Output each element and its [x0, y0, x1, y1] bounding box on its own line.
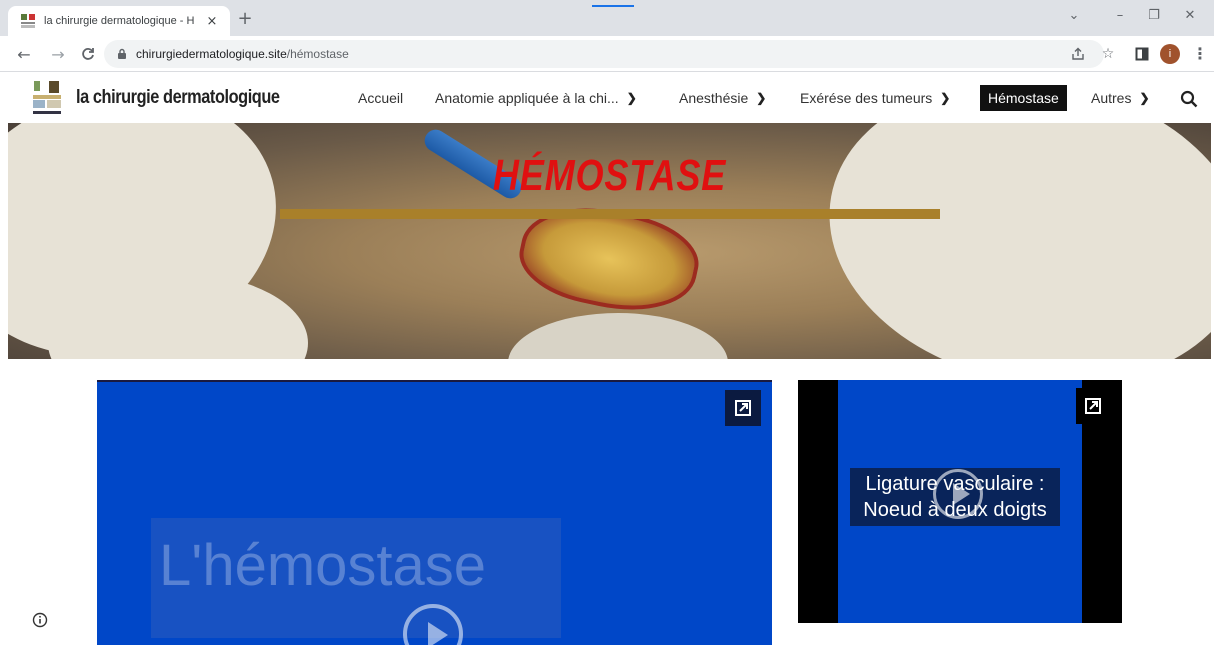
hero-glove-bottom [508, 313, 728, 359]
video-caption: L'hémostase [159, 533, 487, 598]
browser-tab-strip: la chirurgie dermatologique - H × + ⌄ – … [0, 0, 1214, 36]
chevron-down-icon[interactable]: ❯ [1139, 91, 1149, 105]
nav-autres[interactable]: Autres ❯ [1091, 85, 1150, 111]
info-icon[interactable] [32, 612, 48, 628]
tab-search-indicator [592, 5, 634, 7]
side-panel-icon[interactable] [1134, 46, 1150, 62]
site-favicon-icon [21, 14, 35, 28]
chevron-down-icon[interactable]: ❯ [627, 91, 637, 105]
lock-icon [118, 48, 126, 59]
nav-label: Anatomie appliquée à la chi... [435, 90, 619, 106]
nav-label: Anesthésie [679, 90, 749, 106]
star-icon[interactable]: ☆ [1100, 46, 1116, 62]
hero-banner: HÉMOSTASE [8, 123, 1211, 359]
profile-avatar[interactable]: i [1160, 44, 1180, 64]
new-tab-button[interactable]: + [234, 8, 256, 30]
nav-accueil[interactable]: Accueil [358, 85, 403, 111]
browser-toolbar: ← → chirurgiedermatologique.site/hémosta… [0, 36, 1214, 72]
nav-label: Autres [1091, 90, 1132, 106]
tab-title: la chirurgie dermatologique - H [44, 15, 195, 27]
more-menu-icon[interactable]: ⋮ [1192, 44, 1208, 63]
nav-label: Exérése des tumeurs [800, 90, 933, 106]
share-icon[interactable] [1070, 46, 1086, 62]
address-bar[interactable]: chirurgiedermatologique.site/hémostase [104, 40, 1104, 68]
restore-button[interactable]: ❐ [1144, 8, 1164, 23]
arrow-right-icon[interactable]: → [48, 44, 68, 64]
nav-label: Accueil [358, 90, 404, 106]
nav-anesthesie[interactable]: Anesthésie ❯ [679, 85, 766, 111]
close-icon[interactable]: × [204, 14, 220, 29]
close-window-button[interactable]: ✕ [1180, 8, 1200, 23]
url-text: chirurgiedermatologique.site/hémostase [136, 47, 349, 61]
site-header: la chirurgie dermatologique Accueil Anat… [0, 73, 1214, 123]
reload-icon[interactable] [78, 44, 98, 64]
nav-anatomie[interactable]: Anatomie appliquée à la chi... ❯ [435, 85, 637, 111]
site-title[interactable]: la chirurgie dermatologique [76, 87, 280, 109]
browser-tab[interactable]: la chirurgie dermatologique - H × [8, 6, 230, 36]
external-link-icon[interactable] [725, 390, 761, 426]
video-embed-side[interactable]: Ligature vasculaire : Noeud à deux doigt… [798, 380, 1122, 623]
arrow-left-icon[interactable]: ← [14, 44, 34, 64]
site-logo[interactable] [31, 79, 63, 117]
url-path: /hémostase [286, 47, 349, 61]
chevron-down-icon[interactable]: ❯ [940, 91, 950, 105]
nav-hemostase[interactable]: Hémostase [980, 85, 1067, 111]
hero-title: HÉMOSTASE [492, 151, 727, 200]
external-link-icon[interactable] [1076, 388, 1110, 424]
play-icon[interactable] [933, 469, 983, 519]
nav-label: Hémostase [988, 90, 1059, 106]
search-icon[interactable] [1180, 90, 1198, 108]
chevron-down-icon[interactable]: ❯ [756, 91, 766, 105]
url-host: chirurgiedermatologique.site [136, 47, 287, 61]
nav-exerese[interactable]: Exérése des tumeurs ❯ [800, 85, 950, 111]
video-embed-main[interactable]: L'hémostase [97, 380, 772, 645]
hero-divider [280, 209, 940, 219]
chevron-down-icon[interactable]: ⌄ [1064, 8, 1084, 23]
minimize-button[interactable]: – [1110, 8, 1130, 23]
